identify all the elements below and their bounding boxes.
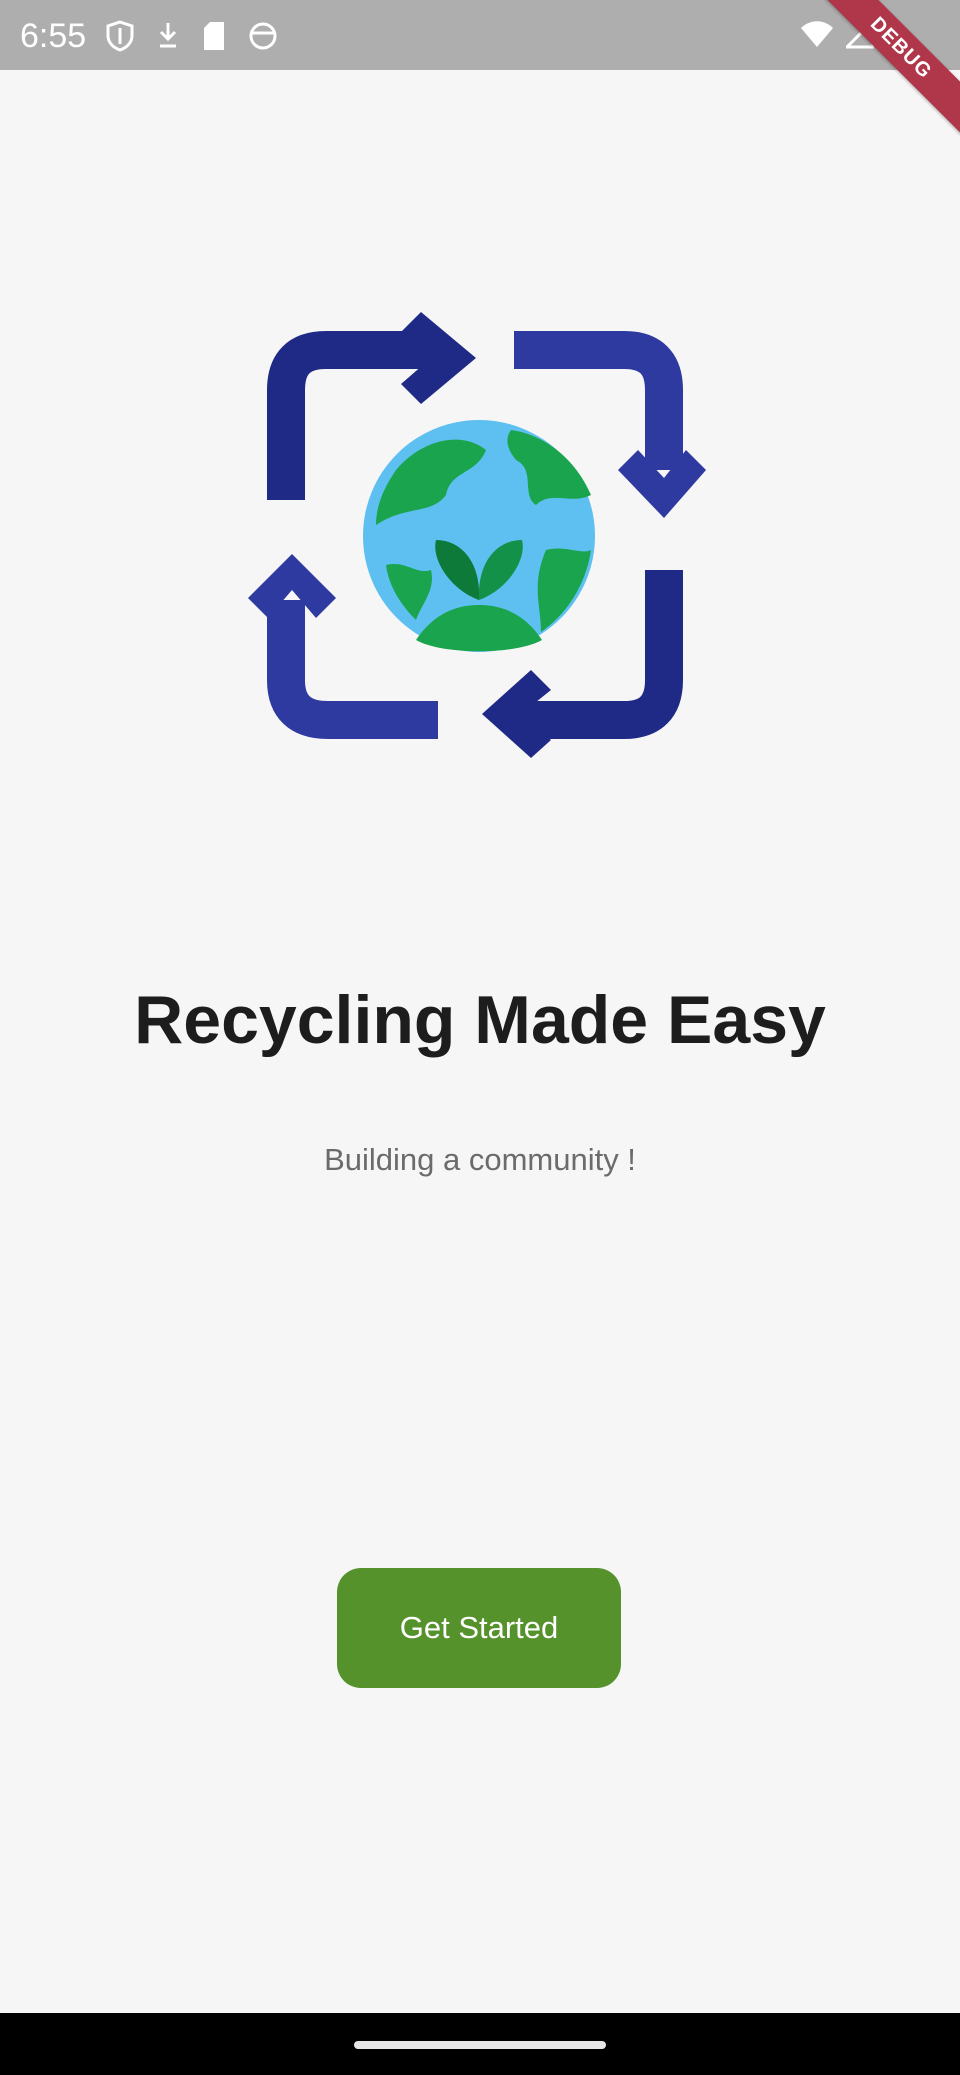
- status-time: 6:55: [20, 17, 87, 55]
- download-icon: [156, 20, 180, 52]
- page-subtitle: Building a community !: [324, 1142, 636, 1177]
- page-title: Recycling Made Easy: [134, 982, 826, 1058]
- home-gesture-handle[interactable]: [354, 2041, 606, 2049]
- status-icons-left: [106, 18, 278, 54]
- sd-card-icon: [202, 21, 226, 51]
- face-icon: [248, 21, 278, 51]
- get-started-button[interactable]: Get Started: [337, 1568, 621, 1688]
- system-navigation-bar: [0, 2013, 960, 2075]
- status-bar: 6:55: [0, 0, 960, 70]
- wifi-icon: [800, 19, 834, 54]
- shield-icon: [106, 20, 134, 52]
- recycle-globe-icon: [246, 300, 716, 770]
